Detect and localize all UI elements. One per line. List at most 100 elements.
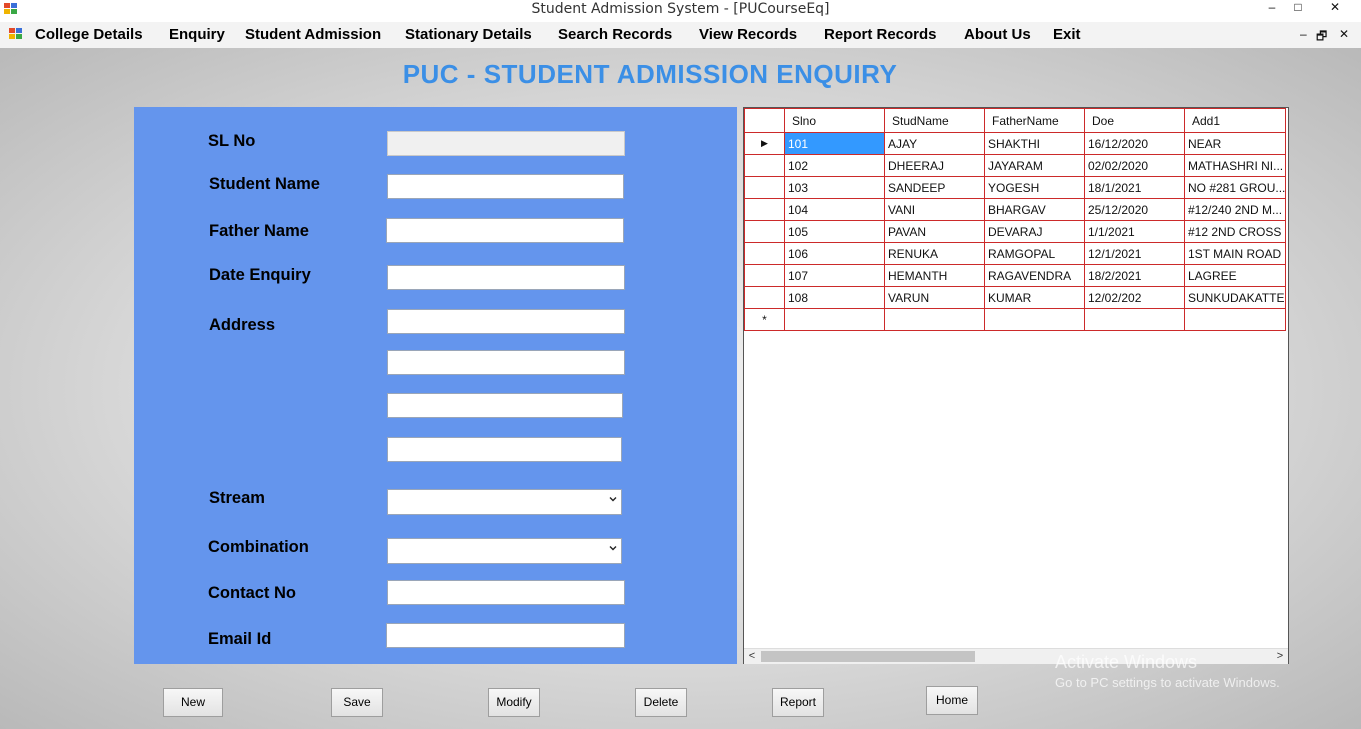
table-cell[interactable]: SANDEEP: [884, 176, 985, 199]
table-cell[interactable]: 1/1/2021: [1084, 220, 1185, 243]
table-cell[interactable]: 105: [784, 220, 885, 243]
menu-report-records[interactable]: Report Records: [824, 26, 937, 43]
address-line1-field[interactable]: [387, 309, 625, 334]
table-cell[interactable]: [1183, 308, 1287, 331]
table-row[interactable]: 103 SANDEEP YOGESH 18/1/2021 NO #281 GRO…: [744, 176, 1287, 199]
combination-select[interactable]: [387, 538, 622, 564]
records-data-grid[interactable]: Slno StudName FatherName Doe Add1 ▶ 101 …: [743, 107, 1289, 664]
table-cell[interactable]: YOGESH: [984, 176, 1085, 199]
table-cell[interactable]: NEAR: [1183, 132, 1287, 155]
table-cell[interactable]: VANI: [884, 198, 985, 221]
table-cell[interactable]: [984, 308, 1085, 331]
table-row[interactable]: 105 PAVAN DEVARAJ 1/1/2021 #12 2ND CROSS: [744, 220, 1287, 243]
report-button[interactable]: Report: [772, 688, 824, 717]
table-cell[interactable]: DEVARAJ: [984, 220, 1085, 243]
mdi-minimize-button[interactable]: –: [1300, 27, 1307, 41]
table-row[interactable]: 102 DHEERAJ JAYARAM 02/02/2020 MATHASHRI…: [744, 154, 1287, 177]
table-cell[interactable]: JAYARAM: [984, 154, 1085, 177]
table-row[interactable]: 104 VANI BHARGAV 25/12/2020 #12/240 2ND …: [744, 198, 1287, 221]
new-button[interactable]: New: [163, 688, 223, 717]
table-cell[interactable]: BHARGAV: [984, 198, 1085, 221]
table-cell[interactable]: MATHASHRI NI...: [1183, 154, 1287, 177]
father-name-field[interactable]: [386, 218, 624, 243]
table-cell[interactable]: [1084, 308, 1185, 331]
mdi-child-icon[interactable]: [9, 28, 23, 41]
table-cell[interactable]: RAGAVENDRA: [984, 264, 1085, 287]
student-name-field[interactable]: [387, 174, 624, 199]
menu-enquiry[interactable]: Enquiry: [169, 26, 225, 43]
date-enquiry-field[interactable]: [387, 265, 625, 290]
table-cell[interactable]: KUMAR: [984, 286, 1085, 309]
row-header[interactable]: [744, 286, 785, 309]
row-header[interactable]: [744, 176, 785, 199]
table-cell[interactable]: SHAKTHI: [984, 132, 1085, 155]
mdi-restore-button[interactable]: 🗗: [1316, 27, 1327, 48]
menu-student-admission[interactable]: Student Admission: [245, 26, 381, 43]
table-row[interactable]: ▶ 101 AJAY SHAKTHI 16/12/2020 NEAR: [744, 132, 1287, 155]
mdi-close-button[interactable]: ✕: [1339, 27, 1349, 41]
new-row-asterisk-icon[interactable]: *: [744, 308, 785, 331]
table-cell[interactable]: AJAY: [884, 132, 985, 155]
row-header[interactable]: [744, 154, 785, 177]
current-row-indicator-icon[interactable]: ▶: [744, 132, 785, 155]
menu-search-records[interactable]: Search Records: [558, 26, 672, 43]
table-cell[interactable]: 103: [784, 176, 885, 199]
sl-no-field[interactable]: [387, 131, 625, 156]
new-record-row[interactable]: *: [744, 308, 1287, 331]
menu-about-us[interactable]: About Us: [964, 26, 1031, 43]
home-button[interactable]: Home: [926, 686, 978, 715]
table-cell[interactable]: SUNKUDAKATTE: [1183, 286, 1287, 309]
table-cell[interactable]: 12/1/2021: [1084, 242, 1185, 265]
address-line3-field[interactable]: [387, 393, 623, 418]
close-window-button[interactable]: ✕: [1322, 0, 1348, 18]
table-cell[interactable]: LAGREE: [1183, 264, 1287, 287]
table-cell[interactable]: 108: [784, 286, 885, 309]
table-cell[interactable]: 18/1/2021: [1084, 176, 1185, 199]
address-line4-field[interactable]: [387, 437, 622, 462]
table-cell[interactable]: 1ST MAIN ROAD: [1183, 242, 1287, 265]
table-cell[interactable]: 25/12/2020: [1084, 198, 1185, 221]
row-header[interactable]: [744, 264, 785, 287]
column-header-doe[interactable]: Doe: [1084, 108, 1185, 133]
table-cell[interactable]: 107: [784, 264, 885, 287]
table-cell[interactable]: 102: [784, 154, 885, 177]
row-header[interactable]: [744, 220, 785, 243]
table-cell[interactable]: [884, 308, 985, 331]
address-line2-field[interactable]: [387, 350, 625, 375]
modify-button[interactable]: Modify: [488, 688, 540, 717]
menu-college-details[interactable]: College Details: [35, 26, 143, 43]
scroll-left-icon[interactable]: <: [745, 649, 759, 664]
column-header-add1[interactable]: Add1: [1183, 108, 1287, 133]
row-header-corner[interactable]: [744, 108, 785, 133]
table-cell[interactable]: [784, 308, 885, 331]
stream-select[interactable]: [387, 489, 622, 515]
table-cell[interactable]: #12/240 2ND M...: [1183, 198, 1287, 221]
table-cell[interactable]: 12/02/202: [1084, 286, 1185, 309]
delete-button[interactable]: Delete: [635, 688, 687, 717]
table-row[interactable]: 108 VARUN KUMAR 12/02/202 SUNKUDAKATTE: [744, 286, 1287, 309]
row-header[interactable]: [744, 198, 785, 221]
save-button[interactable]: Save: [331, 688, 383, 717]
column-header-slno[interactable]: Slno: [784, 108, 885, 133]
table-row[interactable]: 107 HEMANTH RAGAVENDRA 18/2/2021 LAGREE: [744, 264, 1287, 287]
table-cell[interactable]: HEMANTH: [884, 264, 985, 287]
table-cell[interactable]: NO #281 GROU...: [1183, 176, 1287, 199]
table-cell[interactable]: 106: [784, 242, 885, 265]
table-row[interactable]: 106 RENUKA RAMGOPAL 12/1/2021 1ST MAIN R…: [744, 242, 1287, 265]
contact-no-field[interactable]: [387, 580, 625, 605]
table-cell[interactable]: 104: [784, 198, 885, 221]
menu-view-records[interactable]: View Records: [699, 26, 797, 43]
scrollbar-thumb[interactable]: [761, 651, 975, 662]
maximize-window-button[interactable]: □: [1285, 0, 1311, 18]
column-header-studname[interactable]: StudName: [884, 108, 985, 133]
table-cell[interactable]: DHEERAJ: [884, 154, 985, 177]
table-cell[interactable]: RAMGOPAL: [984, 242, 1085, 265]
table-cell[interactable]: #12 2ND CROSS: [1183, 220, 1287, 243]
table-cell[interactable]: 18/2/2021: [1084, 264, 1185, 287]
minimize-window-button[interactable]: –: [1259, 0, 1285, 18]
table-cell[interactable]: PAVAN: [884, 220, 985, 243]
table-cell[interactable]: 101: [784, 132, 885, 155]
table-cell[interactable]: RENUKA: [884, 242, 985, 265]
table-cell[interactable]: 02/02/2020: [1084, 154, 1185, 177]
table-cell[interactable]: 16/12/2020: [1084, 132, 1185, 155]
